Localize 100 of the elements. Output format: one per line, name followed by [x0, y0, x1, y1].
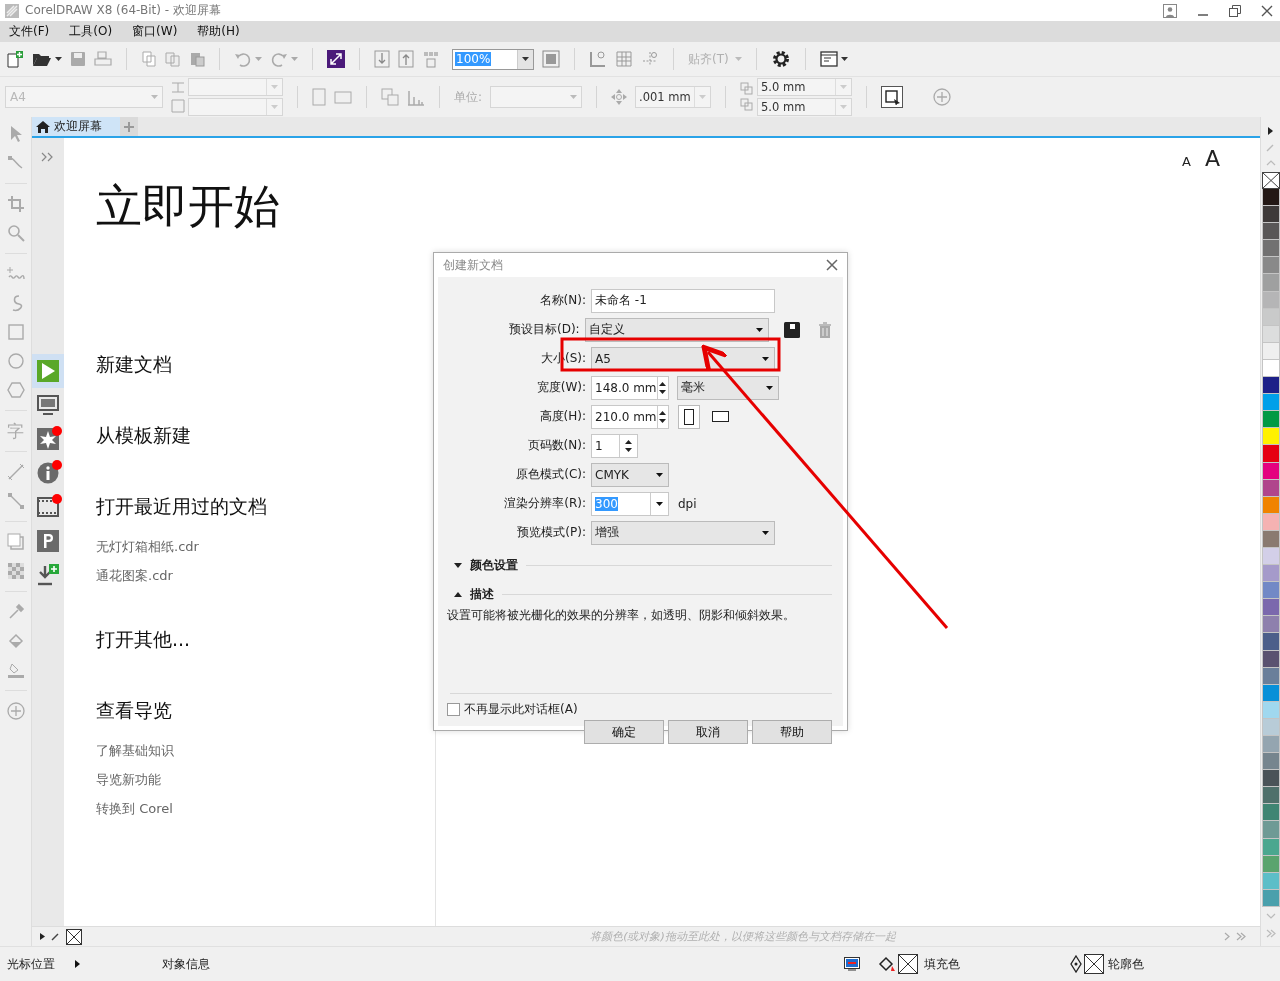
person-frame-icon[interactable]: [1162, 2, 1178, 19]
color-swatch[interactable]: [1261, 530, 1280, 548]
ellipse-icon[interactable]: [6, 352, 25, 370]
menu-item[interactable]: 文件(F): [9, 23, 50, 40]
play-triangle-icon[interactable]: [40, 933, 45, 940]
rectangle-icon[interactable]: [6, 323, 25, 341]
spin-field[interactable]: 1: [591, 433, 638, 458]
color-swatch[interactable]: [1261, 718, 1280, 736]
restore-icon[interactable]: [1228, 3, 1242, 18]
caret-icon[interactable]: [55, 57, 62, 61]
menu-item[interactable]: 帮助(H): [197, 23, 240, 40]
color-swatch[interactable]: [1261, 496, 1280, 514]
section-header[interactable]: 描述: [470, 586, 494, 603]
grid-icon[interactable]: [615, 50, 633, 68]
checkerboard-icon[interactable]: [6, 562, 25, 580]
color-swatch[interactable]: [1261, 189, 1280, 207]
larger-text-button[interactable]: A: [1204, 146, 1220, 171]
export-icon[interactable]: [398, 50, 414, 68]
color-swatch[interactable]: [1261, 616, 1280, 634]
dropdown[interactable]: CMYK: [591, 462, 669, 487]
save-icon[interactable]: [784, 321, 801, 338]
add-icon[interactable]: [6, 702, 25, 720]
document-stack-icon[interactable]: [165, 51, 181, 67]
color-proofing-icon[interactable]: [844, 957, 860, 971]
scroll-end-icon[interactable]: [1265, 929, 1276, 938]
color-swatch[interactable]: [1261, 855, 1280, 873]
caret-icon[interactable]: [840, 57, 848, 61]
print-icon[interactable]: [94, 51, 112, 67]
color-swatch[interactable]: [1261, 547, 1280, 566]
color-swatch[interactable]: [1261, 223, 1280, 241]
scroll-right-icon[interactable]: [1224, 932, 1230, 941]
window-layout-icon[interactable]: [819, 51, 838, 67]
play-nav-button[interactable]: [32, 354, 64, 388]
color-swatch[interactable]: [1261, 428, 1280, 446]
color-swatch[interactable]: [1261, 787, 1280, 805]
dimension-line-icon[interactable]: [6, 463, 25, 481]
color-swatch[interactable]: [1261, 565, 1280, 583]
color-swatch[interactable]: [1261, 701, 1280, 719]
dropdown[interactable]: 自定义: [584, 317, 769, 342]
caret-icon[interactable]: [762, 356, 769, 361]
color-swatch[interactable]: [1261, 462, 1280, 480]
menu-item[interactable]: 工具(O): [69, 23, 113, 40]
caret-icon[interactable]: [762, 530, 769, 535]
color-swatch[interactable]: [1261, 291, 1280, 309]
guidelines-icon[interactable]: [641, 50, 659, 68]
color-swatch[interactable]: [1261, 582, 1280, 600]
undo-icon[interactable]: [234, 50, 252, 68]
clipboard-icon[interactable]: [189, 51, 205, 67]
color-swatch[interactable]: [1261, 479, 1280, 497]
color-swatch[interactable]: [1261, 736, 1280, 754]
color-swatch[interactable]: [1261, 325, 1280, 343]
unit-dropdown[interactable]: 毫米: [677, 375, 779, 400]
ok-button[interactable]: 确定: [584, 720, 664, 744]
scroll-up-icon[interactable]: [1265, 160, 1276, 166]
color-swatch[interactable]: [1261, 753, 1280, 771]
portrait-button[interactable]: [678, 404, 700, 429]
scroll-down-icon[interactable]: [1265, 913, 1276, 919]
rulers-icon[interactable]: [589, 50, 607, 68]
dropdown[interactable]: A5: [591, 346, 775, 371]
color-swatch[interactable]: [1261, 599, 1280, 617]
all-pages-icon[interactable]: [381, 88, 399, 106]
color-swatch[interactable]: [1261, 394, 1280, 412]
color-swatch[interactable]: [1261, 667, 1280, 685]
delete-icon[interactable]: [818, 321, 832, 338]
section-link[interactable]: 查看导览: [96, 699, 172, 721]
caret-icon[interactable]: [522, 57, 529, 61]
recent-link[interactable]: 转换到 Corel: [96, 794, 173, 823]
page-height-field[interactable]: [188, 98, 283, 116]
menu-item[interactable]: 窗口(W): [132, 23, 178, 40]
color-swatch[interactable]: [1261, 821, 1280, 839]
spin-field[interactable]: 210.0 mm: [591, 404, 669, 429]
caret-icon[interactable]: [656, 501, 663, 506]
collapse-caret-icon[interactable]: [454, 592, 462, 597]
caret-icon[interactable]: [766, 385, 773, 390]
color-swatch[interactable]: [1261, 445, 1280, 463]
color-swatch[interactable]: [1261, 206, 1280, 224]
no-color-swatch-icon[interactable]: [66, 928, 82, 945]
scroll-end-icon[interactable]: [1236, 932, 1246, 941]
import-icon[interactable]: [374, 50, 390, 68]
new-document-icon[interactable]: [6, 50, 24, 68]
expand-caret-icon[interactable]: [454, 563, 462, 568]
color-swatch[interactable]: [1261, 889, 1280, 907]
color-swatch[interactable]: [1261, 513, 1280, 531]
help-button[interactable]: 帮助: [752, 720, 832, 744]
close-icon[interactable]: [826, 259, 838, 271]
color-swatch[interactable]: [1261, 872, 1280, 890]
duplicate-y-field[interactable]: 5.0 mm: [757, 98, 853, 116]
color-swatch[interactable]: [1261, 274, 1280, 292]
color-swatch[interactable]: [1261, 650, 1280, 668]
color-swatch[interactable]: [1261, 770, 1280, 788]
recent-link[interactable]: 了解基础知识: [96, 736, 174, 765]
duplicate-x-field[interactable]: 5.0 mm: [757, 78, 853, 96]
flyout-arrow-icon[interactable]: [1268, 127, 1273, 135]
recent-link[interactable]: 导览新功能: [96, 765, 161, 794]
text-field[interactable]: 未命名 -1: [591, 288, 775, 313]
spin-field[interactable]: 148.0 mm: [591, 375, 669, 400]
smaller-text-button[interactable]: A: [1182, 154, 1191, 169]
polygon-icon[interactable]: [6, 381, 25, 399]
color-swatch[interactable]: [1261, 804, 1280, 822]
expand-arrow-icon[interactable]: [75, 960, 80, 968]
